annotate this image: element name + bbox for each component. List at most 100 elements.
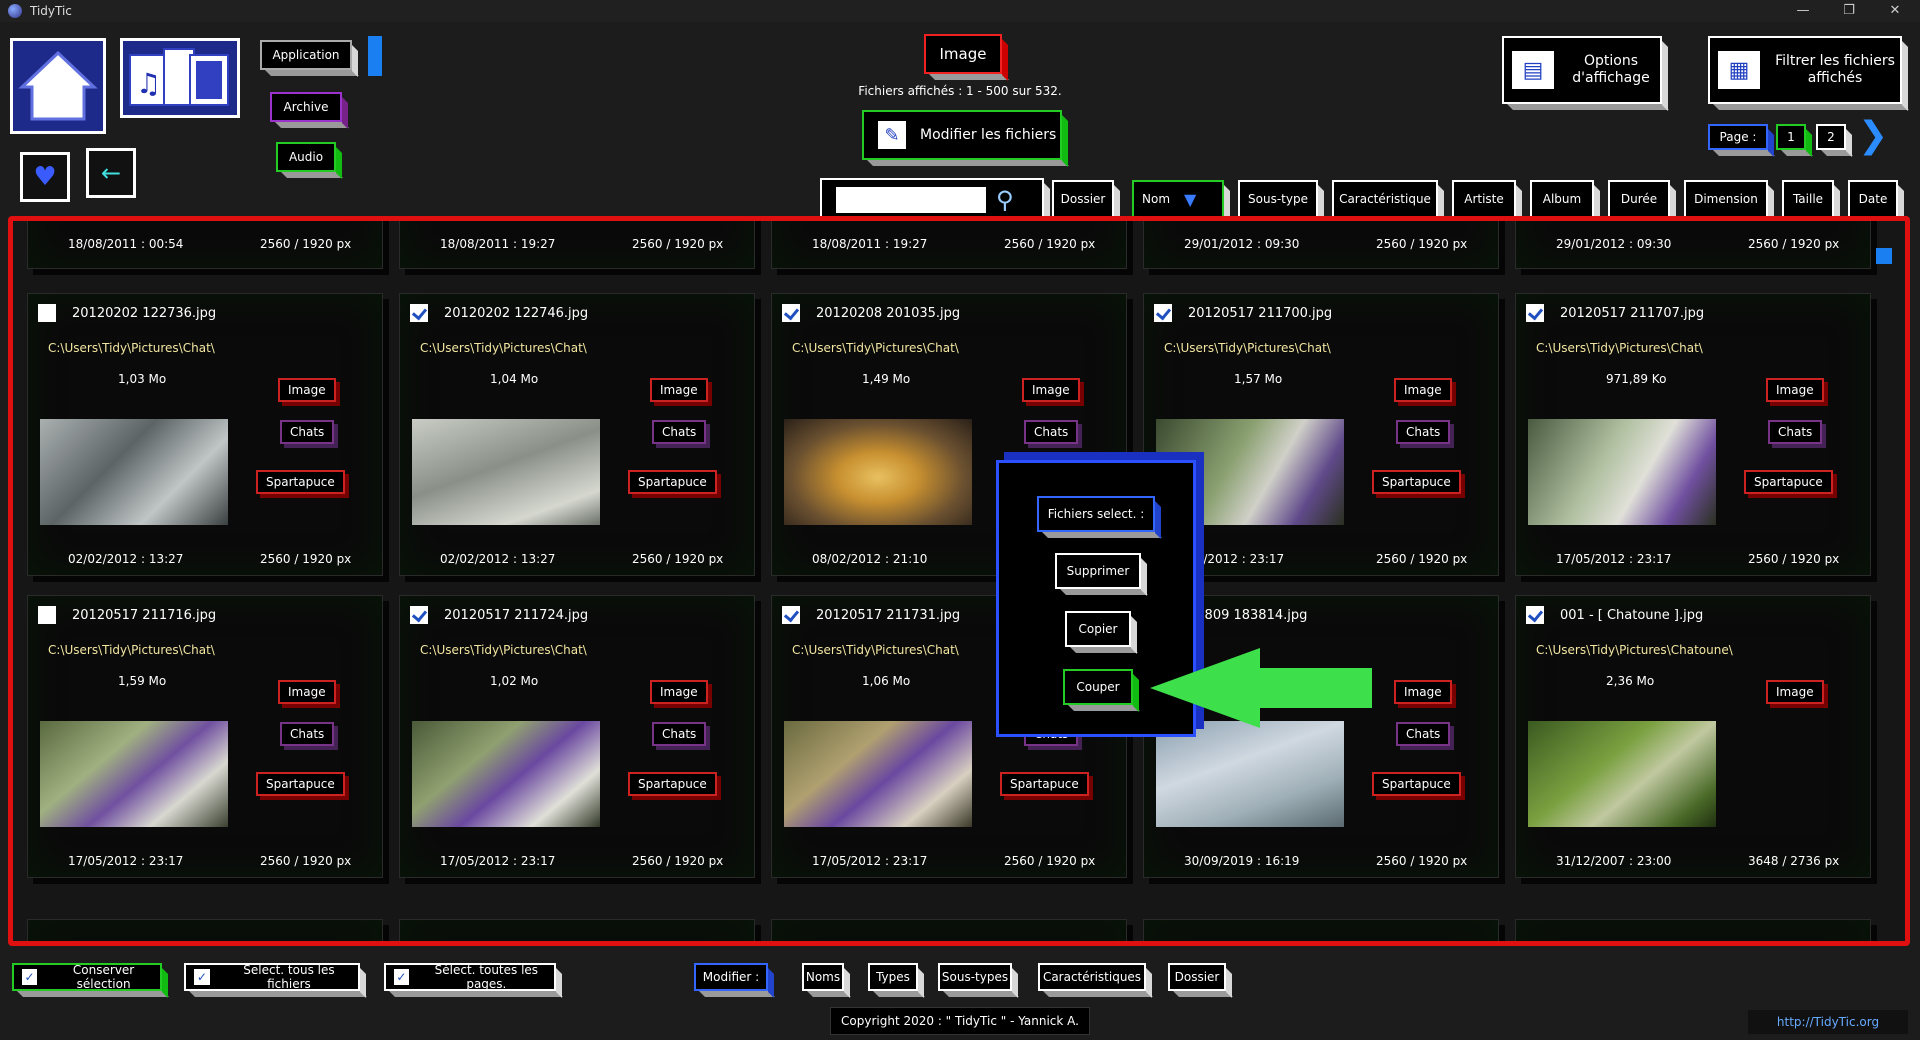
column-header-folder[interactable]: Dossier [1052,180,1114,218]
tag-image[interactable]: Image [278,680,336,704]
favorites-button[interactable]: ♥ [20,152,70,202]
file-select-checkbox[interactable] [410,304,428,322]
filter-files-button[interactable]: ▦ Filtrer les fichiers affichés [1708,36,1902,104]
file-card-partial[interactable] [399,919,755,941]
close-button[interactable]: ✕ [1872,0,1918,22]
tag-image[interactable]: Image [1766,680,1824,704]
file-card[interactable]: 20809 183814.jpgKo30/09/2019 : 16:192560… [1143,595,1499,878]
search-icon[interactable]: ⚲ [996,186,1014,214]
tag-chats[interactable]: Chats [1396,722,1451,746]
file-select-checkbox[interactable] [782,606,800,624]
file-card[interactable]: 20120202 122736.jpg C:\Users\Tidy\Picture… [27,293,383,576]
tag-spartapuce[interactable]: Spartapuce [1372,772,1461,796]
tag-image[interactable]: Image [650,680,708,704]
file-card-partial[interactable] [1515,919,1871,941]
file-select-checkbox[interactable] [410,606,428,624]
next-page-icon[interactable]: ❯ [1858,116,1888,156]
file-date: 17/05/2012 : 23:17 [1556,552,1672,566]
tag-image[interactable]: Image [1394,378,1452,402]
tag-spartapuce[interactable]: Spartapuce [256,470,345,494]
tag-chats[interactable]: Chats [652,420,707,444]
file-card[interactable]: 20120517 211700.jpg C:\Users\Tidy\Picture… [1143,293,1499,576]
modify-names-button[interactable]: Noms [802,963,844,991]
file-date: /05/2012 : 23:17 [1184,552,1285,566]
image-type-button[interactable]: Image [924,34,1002,74]
file-select-checkbox[interactable] [38,606,56,624]
home-button[interactable] [10,38,106,134]
modify-subtypes-button[interactable]: Sous-types [938,963,1012,991]
file-card-partial[interactable]: 18/08/2011 : 00:54 2560 / 1920 px [27,221,383,269]
modify-folder-button[interactable]: Dossier [1168,963,1226,991]
archive-button[interactable]: Archive [270,92,342,122]
file-select-checkbox[interactable] [1154,304,1172,322]
tag-image[interactable]: Image [278,378,336,402]
modify-types-button[interactable]: Types [868,963,918,991]
tag-spartapuce[interactable]: Spartapuce [628,772,717,796]
column-header-feature[interactable]: Caractéristique [1332,180,1438,218]
file-card-partial[interactable] [27,919,383,941]
tag-chats[interactable]: Chats [1768,420,1823,444]
tag-spartapuce[interactable]: Spartapuce [628,470,717,494]
tag-image[interactable]: Image [1394,680,1452,704]
tag-chats[interactable]: Chats [1396,420,1451,444]
file-thumbnail [40,419,228,525]
file-card-partial[interactable] [771,919,1127,941]
column-header-date[interactable]: Date [1848,180,1898,218]
tag-spartapuce[interactable]: Spartapuce [1372,470,1461,494]
audio-button[interactable]: Audio [276,142,336,172]
file-card-partial[interactable]: 18/08/2011 : 19:27 2560 / 1920 px [399,221,755,269]
column-header-duration[interactable]: Durée [1608,180,1670,218]
media-types-button[interactable]: ♫ [120,38,240,118]
restore-button[interactable]: ❐ [1826,0,1872,22]
column-header-name[interactable]: Nom ▼ [1132,180,1224,218]
file-card-partial[interactable]: 29/01/2012 : 09:30 2560 / 1920 px [1515,221,1871,269]
file-card[interactable]: 20120517 211707.jpg C:\Users\Tidy\Picture… [1515,293,1871,576]
column-header-name-label: Nom [1142,192,1171,206]
edit-document-icon: ✎ [878,121,906,149]
column-header-dimension[interactable]: Dimension [1684,180,1768,218]
page-1-button[interactable]: 1 [1776,124,1806,150]
tag-spartapuce[interactable]: Spartapuce [256,772,345,796]
tag-chats[interactable]: Chats [280,420,335,444]
file-select-checkbox[interactable] [38,304,56,322]
tag-chats[interactable]: Chats [652,722,707,746]
display-options-button[interactable]: ▤ Options d'affichage [1502,36,1662,104]
column-header-size[interactable]: Taille [1782,180,1834,218]
keep-selection-button[interactable]: ✓ Conserver sélection [12,963,162,991]
file-card-partial[interactable]: 29/01/2012 : 09:30 2560 / 1920 px [1143,221,1499,269]
file-select-checkbox[interactable] [1526,606,1544,624]
file-dimensions: 2560 / 1920 px [1748,237,1840,251]
tag-image[interactable]: Image [1022,378,1080,402]
column-header-artist[interactable]: Artiste [1452,180,1516,218]
modify-features-button[interactable]: Caractéristiques [1038,963,1146,991]
select-all-files-button[interactable]: ✓ Select. tous les fichiers [184,963,360,991]
column-header-album[interactable]: Album [1530,180,1594,218]
delete-button[interactable]: Supprimer [1055,553,1141,589]
back-button[interactable]: ← [86,148,136,198]
tag-chats[interactable]: Chats [280,722,335,746]
page-2-button[interactable]: 2 [1816,124,1846,150]
search-input[interactable] [836,187,986,213]
select-all-pages-button[interactable]: ✓ Sélect. toutes les pages. [384,963,556,991]
file-card[interactable]: 20120202 122746.jpg C:\Users\Tidy\Picture… [399,293,755,576]
column-header-subtype[interactable]: Sous-type [1238,180,1318,218]
tag-spartapuce[interactable]: Spartapuce [1000,772,1089,796]
copy-button[interactable]: Copier [1065,611,1131,647]
tag-image[interactable]: Image [1766,378,1824,402]
file-select-checkbox[interactable] [782,304,800,322]
tag-chats[interactable]: Chats [1024,420,1079,444]
application-button[interactable]: Application [260,40,352,70]
scrollbar-thumb[interactable] [1876,248,1892,264]
minimize-button[interactable]: — [1780,0,1826,22]
file-card[interactable]: 20120517 211724.jpg C:\Users\Tidy\Picture… [399,595,755,878]
file-card-partial[interactable]: 18/08/2011 : 19:27 2560 / 1920 px [771,221,1127,269]
website-link[interactable]: http://TidyTic.org [1748,1010,1908,1034]
file-card[interactable]: 20120517 211716.jpg C:\Users\Tidy\Picture… [27,595,383,878]
file-card[interactable]: 001 - [ Chatoune ].jpg C:\Users\Tidy\Pict… [1515,595,1871,878]
modify-files-button[interactable]: ✎ Modifier les fichiers [862,110,1062,160]
file-select-checkbox[interactable] [1526,304,1544,322]
cut-button[interactable]: Couper [1063,669,1133,705]
tag-spartapuce[interactable]: Spartapuce [1744,470,1833,494]
file-card-partial[interactable] [1143,919,1499,941]
tag-image[interactable]: Image [650,378,708,402]
